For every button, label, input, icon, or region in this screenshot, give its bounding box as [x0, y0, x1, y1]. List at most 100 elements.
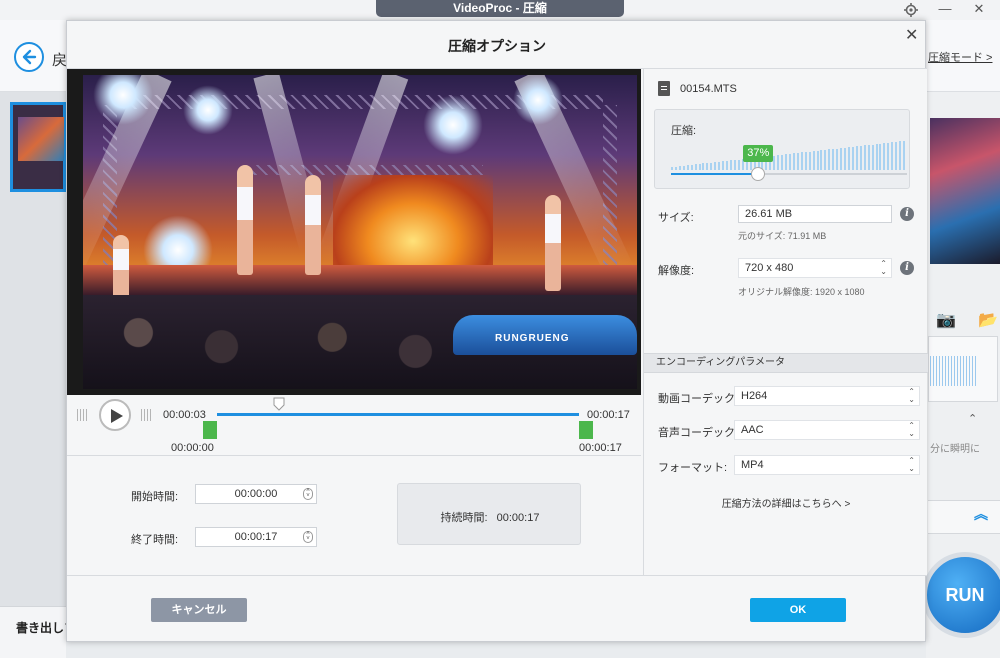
- end-time-label: 終了時間:: [131, 534, 179, 546]
- cancel-button[interactable]: キャンセル: [151, 598, 247, 622]
- level-bar: [816, 150, 819, 170]
- divider: [67, 455, 641, 456]
- dialog-title: 圧縮オプション: [448, 38, 546, 54]
- gear-icon[interactable]: [896, 0, 926, 20]
- level-bar: [800, 152, 803, 170]
- level-bar: [895, 141, 898, 170]
- current-time: 00:00:03: [163, 409, 206, 421]
- level-bar: [686, 165, 689, 170]
- end-time-value: 00:00:17: [234, 531, 278, 543]
- play-icon: [111, 409, 123, 423]
- play-button[interactable]: [99, 399, 131, 431]
- compress-label: 圧縮:: [671, 125, 697, 137]
- video-frame: RUNGRUENG: [83, 75, 637, 389]
- bg-compress-bars: [930, 356, 976, 386]
- start-marker-time: 00:00:00: [171, 442, 214, 454]
- level-bar: [836, 148, 839, 170]
- size-input[interactable]: 26.61 MB: [738, 205, 892, 223]
- original-resolution: オリジナル解像度: 1920 x 1080: [738, 287, 865, 297]
- slider-fill: [671, 173, 759, 175]
- level-bar: [840, 148, 843, 170]
- start-trim-marker[interactable]: [203, 421, 217, 439]
- encoding-header: エンコーディングパラメータ: [644, 353, 928, 373]
- level-bar: [851, 146, 854, 170]
- compress-slider[interactable]: 37%: [671, 145, 907, 181]
- settings-panel: 00154.MTS 圧縮: 37% サイズ: 26.61 MB i 元のサイズ:…: [643, 69, 928, 575]
- level-bar: [871, 144, 874, 170]
- compress-box: 圧縮: 37%: [654, 109, 910, 189]
- level-bar: [722, 161, 725, 170]
- folder-icon[interactable]: 📂: [978, 312, 998, 329]
- bg-select[interactable]: ⌃: [928, 412, 977, 434]
- resolution-label: 解像度:: [658, 265, 695, 277]
- level-bar: [808, 151, 811, 170]
- file-icon: [658, 81, 670, 96]
- level-bar: [804, 152, 807, 170]
- close-window-button[interactable]: ✕: [964, 0, 994, 20]
- level-bar: [867, 144, 870, 170]
- level-bar: [710, 162, 713, 170]
- back-label: 戻: [52, 52, 68, 69]
- level-bar: [674, 166, 677, 170]
- bg-note: 分に瞬明に: [930, 444, 980, 455]
- end-trim-marker[interactable]: [579, 421, 593, 439]
- slider-knob[interactable]: [751, 167, 766, 181]
- level-bar: [682, 165, 685, 170]
- video-codec-value: H264: [741, 390, 768, 402]
- timeline-track[interactable]: [217, 413, 579, 416]
- format-label: フォーマット:: [658, 462, 728, 474]
- info-icon[interactable]: i: [900, 207, 914, 221]
- spinner-icon[interactable]: ˄ ˅: [303, 488, 313, 500]
- level-bar: [690, 164, 693, 170]
- dialog-close-button[interactable]: ✕: [905, 25, 918, 45]
- playhead-handle[interactable]: [273, 397, 285, 411]
- level-bar: [899, 141, 902, 170]
- level-bar: [855, 146, 858, 170]
- level-bar: [812, 151, 815, 170]
- video-codec-label: 動画コーデック:: [658, 393, 739, 405]
- grip-icon: [141, 409, 153, 421]
- resolution-select[interactable]: 720 x 480 ⌃ ⌄: [738, 258, 892, 278]
- level-bar: [887, 142, 890, 170]
- chevron-up-icon[interactable]: ︽: [974, 504, 988, 524]
- level-bar: [730, 160, 732, 170]
- level-bar: [848, 147, 850, 170]
- audio-codec-select[interactable]: AAC ⌃ ⌄: [734, 420, 920, 440]
- info-icon[interactable]: i: [900, 261, 914, 275]
- select-arrows-icon: ⌃ ⌄: [908, 456, 915, 473]
- level-bar: [903, 141, 906, 170]
- start-time-input[interactable]: 00:00:00 ˄ ˅: [195, 484, 317, 504]
- divider: [67, 575, 927, 576]
- camera-icon[interactable]: 📷: [936, 312, 956, 329]
- level-bar: [706, 163, 709, 170]
- level-bar: [698, 163, 701, 170]
- level-bar: [694, 164, 697, 170]
- duration-box: 持続時間: 00:00:17: [397, 483, 581, 545]
- level-bar: [702, 163, 705, 170]
- video-thumbnail[interactable]: [10, 102, 66, 192]
- bg-collapse-strip: [928, 500, 1000, 534]
- run-button[interactable]: RUN: [922, 552, 1000, 638]
- spinner-icon[interactable]: ˄ ˅: [303, 531, 313, 543]
- level-bar: [824, 149, 827, 170]
- ok-button[interactable]: OK: [750, 598, 846, 622]
- duration-label: 持続時間:: [440, 512, 488, 524]
- video-codec-select[interactable]: H264 ⌃ ⌄: [734, 386, 920, 406]
- level-bar: [714, 162, 717, 170]
- level-bar: [828, 149, 831, 170]
- level-bar: [891, 142, 894, 170]
- end-time-input[interactable]: 00:00:17 ˄ ˅: [195, 527, 317, 547]
- format-value: MP4: [741, 459, 764, 471]
- minimize-button[interactable]: —: [930, 0, 960, 20]
- compression-details-link[interactable]: 圧縮方法の詳細はこちらへ >: [644, 495, 928, 510]
- back-button[interactable]: [14, 42, 44, 72]
- start-time-label: 開始時間:: [131, 491, 179, 503]
- format-select[interactable]: MP4 ⌃ ⌄: [734, 455, 920, 475]
- compress-mode-link[interactable]: 圧縮モード >: [928, 49, 992, 65]
- level-bar: [785, 154, 788, 170]
- end-marker-time: 00:00:17: [579, 442, 622, 454]
- compression-options-dialog: 圧縮オプション ✕ RUNGRUENG 00:00:03 00:00:17 00…: [66, 20, 928, 642]
- level-bar: [737, 159, 740, 170]
- level-bar: [718, 161, 721, 170]
- timeline: 00:00:03 00:00:17 00:00:00 00:00:17: [67, 395, 641, 455]
